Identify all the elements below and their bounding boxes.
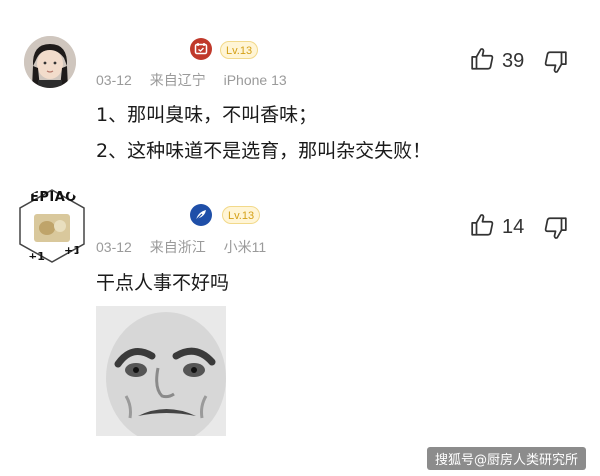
like-button[interactable]: 39 (470, 46, 524, 76)
avatar-frame-text: ÉPIAO (30, 190, 77, 205)
comment-device: iPhone 13 (223, 72, 287, 88)
comment-item: Lv.13 03-12 来自辽宁 iPhone 13 39 1、那叫臭味，不叫香… (0, 0, 600, 180)
comment-text-line: 1、那叫臭味，不叫香味； (96, 104, 318, 126)
comment-date: 03-12 (96, 72, 132, 88)
like-button[interactable]: 14 (470, 212, 524, 242)
calendar-badge-icon (190, 38, 212, 60)
comment-item: +1 +1 ÉPIAO Lv.13 03-12 来自浙江 小米11 14 干点人… (0, 180, 600, 476)
comment-location: 来自浙江 (149, 239, 206, 255)
comment-meta: 03-12 来自浙江 小米11 (96, 237, 280, 257)
level-badge: Lv.13 (222, 206, 261, 224)
comment-text-line: 2、这种味道不是选育，那叫杂交失败！ (96, 140, 432, 162)
comment-device: 小米11 (223, 239, 267, 255)
like-count: 14 (502, 215, 525, 238)
level-badge: Lv.13 (220, 41, 259, 59)
avatar-tag: +1 (64, 244, 81, 257)
like-count: 39 (502, 49, 525, 72)
angry-face-sticker[interactable] (96, 306, 226, 436)
comment-meta: 03-12 来自辽宁 iPhone 13 (96, 70, 301, 90)
watermark: 搜狐号@厨房人类研究所 (426, 447, 586, 470)
thumbs-up-icon (470, 212, 496, 242)
user-avatar[interactable]: +1 +1 ÉPIAO (14, 188, 90, 264)
thumbs-down-icon (542, 217, 568, 245)
dislike-button[interactable] (542, 215, 568, 245)
thumbs-up-icon (470, 46, 496, 76)
thumbs-down-icon (542, 51, 568, 79)
avatar-tag: +1 (28, 250, 45, 263)
comment-date: 03-12 (96, 239, 132, 255)
comment-location: 来自辽宁 (149, 72, 206, 88)
dislike-button[interactable] (542, 49, 568, 79)
feather-badge-icon (190, 204, 212, 226)
comment-text-line: 干点人事不好吗 (96, 272, 230, 294)
user-avatar[interactable] (24, 36, 76, 88)
